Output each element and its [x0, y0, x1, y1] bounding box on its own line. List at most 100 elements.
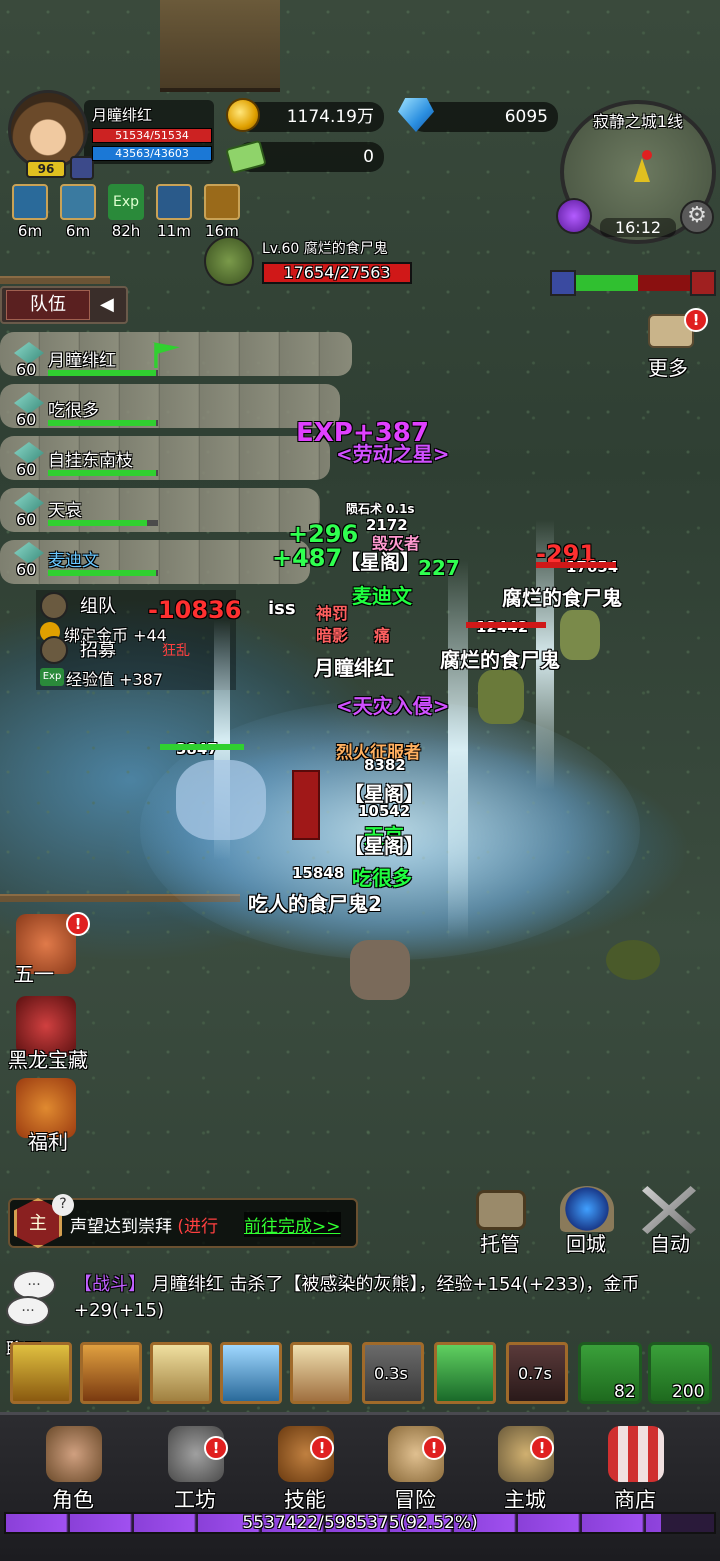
portal-icon	[560, 1186, 614, 1232]
member-level: 60	[16, 460, 37, 479]
settings-gear-icon[interactable]: ⚙	[680, 200, 714, 234]
eye-buff-icon[interactable]	[156, 184, 192, 220]
nav-main-city[interactable]: ! 主城	[480, 1420, 570, 1512]
nav-character[interactable]: 角色	[28, 1420, 118, 1512]
player-character[interactable]	[350, 940, 410, 1000]
member-hp-bar	[48, 370, 158, 376]
member-hp-bar	[48, 520, 158, 526]
alert-badge-icon: !	[422, 1436, 446, 1460]
member-hp-bar	[48, 570, 158, 576]
house-building	[160, 0, 280, 92]
member-level: 60	[16, 560, 37, 579]
team-member[interactable]: 60 月瞳绯红	[8, 342, 180, 386]
nav-main-city-label: 主城	[504, 1488, 546, 1512]
faction-bar-green	[576, 275, 638, 291]
member-hp-fill	[48, 370, 156, 376]
team-tab-label: 队伍	[6, 290, 90, 320]
crown-buff-icon[interactable]	[204, 184, 240, 220]
nav-adventure[interactable]: ! 冒险	[370, 1420, 460, 1512]
member-name: 麦迪文	[48, 551, 99, 571]
crossed-swords-icon	[642, 1186, 696, 1234]
buff-timer: 82h	[111, 222, 141, 240]
player-name: 月瞳绯红	[92, 106, 153, 124]
bolt-buff-icon[interactable]	[12, 184, 48, 220]
member-hp-fill	[48, 520, 147, 526]
gem-display[interactable]: 6095	[410, 102, 558, 132]
debuff-frenzy: 狂乱	[162, 643, 190, 659]
miss-float-text: iss	[268, 598, 296, 619]
black-dragon-treasure-label: 黑龙宝藏	[8, 1048, 88, 1072]
gold-coin-icon	[226, 98, 260, 132]
crown-skill-icon[interactable]	[80, 1342, 142, 1404]
battle-log-message: 【战斗】 月瞳绯红 击杀了【被感染的灰熊】，经验+154(+233)，金币+29…	[74, 1272, 714, 1324]
nav-shop-label: 商店	[614, 1488, 656, 1512]
ghoul-enemy[interactable]	[560, 610, 600, 660]
nav-adventure-label: 冒险	[394, 1488, 436, 1512]
shop-stall-icon	[608, 1426, 664, 1482]
lightning-skill-icon[interactable]	[10, 1342, 72, 1404]
crystal-skill-icon[interactable]	[220, 1342, 282, 1404]
team-member[interactable]: 60 天哀	[8, 492, 158, 536]
ticket-amount: 0	[363, 147, 374, 167]
chat-bubble-icon	[476, 1190, 526, 1230]
nav-shop[interactable]: 商店	[590, 1420, 680, 1512]
gold-amount: 1174.19万	[286, 107, 374, 127]
quest-go-link[interactable]: 前往完成>>	[244, 1212, 341, 1237]
ally-hp-number: 10542	[358, 802, 411, 820]
crystal-buff-icon[interactable]	[60, 184, 96, 220]
hand-skill-icon[interactable]	[434, 1342, 496, 1404]
cast-bar-text: 陨石术 0.1s	[346, 502, 415, 516]
auto-battle-label: 自动	[650, 1232, 690, 1256]
team-recruit-icon	[40, 592, 68, 620]
status-tag: 神罚	[316, 604, 349, 623]
red-faction-icon	[690, 270, 716, 296]
target-portrait[interactable]	[204, 236, 254, 286]
nav-workshop-label: 工坊	[174, 1488, 216, 1512]
member-hp-bar	[48, 470, 158, 476]
member-level: 60	[16, 410, 37, 429]
more-label: 更多	[648, 356, 688, 380]
chat-button[interactable]: ... ...	[6, 1270, 56, 1330]
guild-icon	[70, 156, 94, 180]
minimap-player-marker	[634, 158, 650, 182]
collapse-arrow-icon[interactable]: ◀	[100, 294, 114, 315]
team-member[interactable]: 60 自挂东南枝	[8, 442, 158, 486]
exp-buff-icon[interactable]: Exp	[108, 184, 144, 220]
ghoul-enemy[interactable]	[478, 670, 524, 724]
blue-faction-icon	[550, 270, 576, 296]
pvp-sword-icon[interactable]	[556, 198, 592, 234]
character-icon	[46, 1426, 102, 1482]
alert-badge-icon: !	[66, 912, 90, 936]
enemy-name: 腐烂的食尸鬼	[440, 648, 560, 672]
more-button[interactable]: ! 更多	[640, 308, 708, 380]
buff-timer: 6m	[17, 222, 43, 240]
skill-cooldown: 0.7s	[518, 1364, 552, 1383]
shield-skill-icon[interactable]	[150, 1342, 212, 1404]
member-hp-fill	[48, 570, 156, 576]
recruit-button[interactable]: 招募	[80, 636, 116, 662]
recruit-team-button[interactable]: 组队	[80, 592, 116, 618]
team-member[interactable]: 60 麦迪文	[8, 542, 158, 586]
status-tag: 痛	[374, 626, 391, 645]
self-player-name: 月瞳绯红	[314, 656, 394, 680]
welfare-label: 福利	[28, 1130, 68, 1154]
potion-count: 200	[672, 1382, 705, 1402]
enemy-hp-bar	[536, 562, 616, 568]
wooden-fence	[0, 276, 110, 284]
team-member[interactable]: 60 吃很多	[8, 392, 158, 436]
burst-skill-icon[interactable]	[290, 1342, 352, 1404]
auto-manage-label: 托管	[480, 1232, 520, 1256]
nav-workshop[interactable]: ! 工坊	[150, 1420, 240, 1512]
buff-timer: 6m	[65, 222, 91, 240]
member-name: 天哀	[48, 501, 82, 521]
exp-buff-label: Exp	[112, 194, 140, 210]
map-time: 16:12	[600, 218, 676, 237]
exp-gain: 经验值 +387	[66, 670, 164, 689]
skill-cooldown: 0.3s	[374, 1364, 408, 1383]
guild-tag: 【星阁】	[340, 550, 420, 574]
nav-skills[interactable]: ! 技能	[260, 1420, 350, 1512]
member-name: 自挂东南枝	[48, 451, 133, 471]
ice-bear-enemy[interactable]	[176, 760, 266, 840]
player-level-badge: 96	[26, 160, 66, 178]
ally-name: 麦迪文	[352, 584, 412, 608]
